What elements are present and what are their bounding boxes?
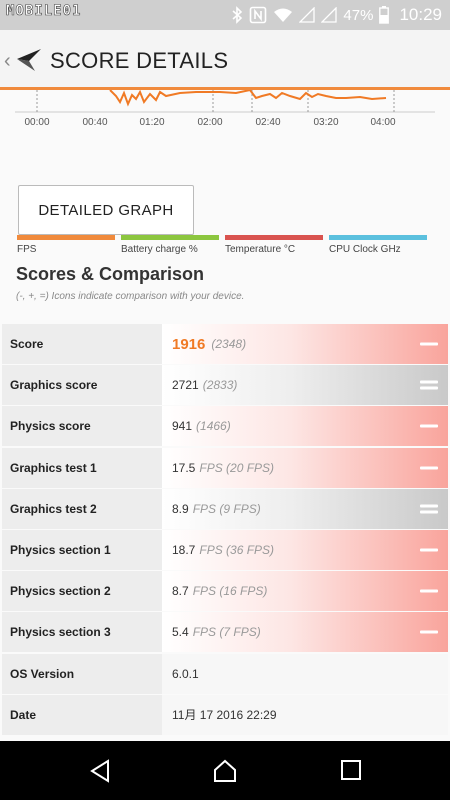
- equal-icon: [420, 380, 438, 390]
- table-row: Graphics test 2 8.9 FPS (9 FPS): [2, 488, 448, 529]
- row-value-cell: 18.7 FPS (36 FPS): [162, 529, 448, 570]
- table-row: Physics score 941 (1466): [2, 406, 448, 447]
- minus-icon: [420, 424, 438, 428]
- row-label: Graphics test 1: [2, 447, 162, 488]
- row-label: Graphics score: [2, 365, 162, 406]
- legend-label: CPU Clock GHz: [329, 244, 401, 255]
- app-logo-icon[interactable]: [15, 47, 45, 73]
- clock: 10:29: [399, 5, 442, 24]
- legend-label: Temperature °C: [225, 244, 296, 255]
- scores-table: Score 1916 (2348) Graphics score 2721 (2833) P…: [2, 324, 448, 736]
- legend-item: CPU Clock GHz: [329, 235, 427, 255]
- row-label: Physics score: [2, 406, 162, 447]
- nfc-icon: [250, 6, 267, 24]
- row-value: 6.0.1: [172, 666, 199, 681]
- legend-swatch: [121, 235, 219, 240]
- x-tick-label: 01:20: [139, 117, 165, 128]
- row-label: Physics section 3: [2, 612, 162, 653]
- legend-label: Battery charge %: [121, 244, 198, 255]
- recents-icon[interactable]: [340, 759, 362, 781]
- row-value-cell: 17.5 FPS (20 FPS): [162, 447, 448, 488]
- minus-icon: [420, 589, 438, 593]
- row-value-cell: 2721 (2833): [162, 365, 448, 406]
- app-bar: ‹ SCORE DETAILS: [0, 30, 450, 90]
- row-value-cell: 5.4 FPS (7 FPS): [162, 612, 448, 653]
- legend-swatch: [329, 235, 427, 240]
- minus-icon: [420, 466, 438, 470]
- row-label: OS Version: [2, 653, 162, 694]
- table-row: Physics section 3 5.4 FPS (7 FPS): [2, 612, 448, 653]
- detailed-graph-button[interactable]: DETAILED GRAPH: [18, 185, 194, 235]
- status-bar: MOBILE01 47% 10:29: [0, 0, 450, 30]
- back-chevron-icon[interactable]: ‹: [4, 50, 11, 73]
- watermark: MOBILE01: [6, 3, 82, 20]
- x-tick-label: 02:40: [255, 117, 281, 128]
- equal-icon: [420, 504, 438, 514]
- legend-item: Temperature °C: [225, 235, 323, 255]
- back-icon[interactable]: [88, 759, 112, 783]
- home-icon[interactable]: [212, 759, 238, 783]
- row-compare: FPS (36 FPS): [199, 542, 275, 557]
- minus-icon: [420, 630, 438, 634]
- x-tick-label: 03:20: [313, 117, 339, 128]
- table-row: OS Version 6.0.1: [2, 653, 448, 694]
- row-compare: FPS (9 FPS): [192, 501, 261, 516]
- table-row: Date 11月 17 2016 22:29: [2, 694, 448, 735]
- row-compare: (1466): [196, 419, 231, 434]
- row-value-cell: 8.9 FPS (9 FPS): [162, 488, 448, 529]
- x-tick-label: 04:00: [370, 117, 396, 128]
- legend-swatch: [225, 235, 323, 240]
- row-value: 941: [172, 419, 193, 434]
- row-label: Physics section 2: [2, 571, 162, 612]
- wifi-icon: [274, 8, 293, 22]
- signal-icon: [299, 7, 316, 23]
- section-title: Scores & Comparison: [16, 264, 205, 284]
- row-value-cell: 8.7 FPS (16 FPS): [162, 571, 448, 612]
- row-compare: FPS (16 FPS): [192, 584, 268, 599]
- legend-item: Battery charge %: [121, 235, 219, 255]
- row-label: Physics section 1: [2, 529, 162, 570]
- legend-swatch: [17, 235, 115, 240]
- row-value: 5.4: [172, 625, 189, 640]
- row-label: Graphics test 2: [2, 488, 162, 529]
- table-row: Graphics score 2721 (2833): [2, 365, 448, 406]
- row-compare: FPS (20 FPS): [199, 460, 275, 475]
- chart-canvas: [15, 90, 435, 113]
- row-value: 18.7: [172, 542, 196, 557]
- battery-icon: [379, 6, 390, 24]
- x-tick-label: 00:00: [24, 117, 50, 128]
- row-label: Date: [2, 694, 162, 735]
- signal-icon: [321, 7, 338, 23]
- row-value-cell: 11月 17 2016 22:29: [162, 694, 448, 735]
- nav-bar: [0, 741, 450, 800]
- table-row: Physics section 1 18.7 FPS (36 FPS): [2, 529, 448, 570]
- row-value: 1916: [172, 335, 206, 353]
- section-subtitle: (-, +, =) Icons indicate comparison with…: [16, 291, 245, 302]
- row-value: 2721: [172, 378, 199, 393]
- status-icons: 47% 10:29: [231, 4, 442, 26]
- battery-percent: 47%: [343, 6, 374, 24]
- table-row: Graphics test 1 17.5 FPS (20 FPS): [2, 447, 448, 488]
- table-row: Physics section 2 8.7 FPS (16 FPS): [2, 571, 448, 612]
- x-tick-label: 02:00: [197, 117, 223, 128]
- bluetooth-icon: [232, 6, 243, 24]
- row-value-cell: 1916 (2348): [162, 324, 448, 364]
- page-title: SCORE DETAILS: [50, 48, 229, 73]
- row-label: Score: [2, 324, 162, 364]
- legend-item: FPS: [17, 235, 115, 255]
- minus-icon: [420, 342, 438, 346]
- row-value: 8.9: [172, 501, 189, 516]
- row-value: 17.5: [172, 460, 196, 475]
- row-compare: (2833): [202, 378, 238, 393]
- row-compare: (2348): [211, 337, 247, 351]
- row-value-cell: 941 (1466): [162, 406, 448, 447]
- row-value-cell: 6.0.1: [162, 653, 448, 694]
- row-value: 11月 17 2016 22:29: [172, 708, 277, 723]
- minus-icon: [420, 548, 438, 552]
- x-tick-label: 00:40: [82, 117, 108, 128]
- row-compare: FPS (7 FPS): [192, 625, 261, 640]
- row-value: 8.7: [172, 584, 189, 599]
- legend-label: FPS: [17, 244, 37, 255]
- table-row: Score 1916 (2348): [2, 324, 448, 364]
